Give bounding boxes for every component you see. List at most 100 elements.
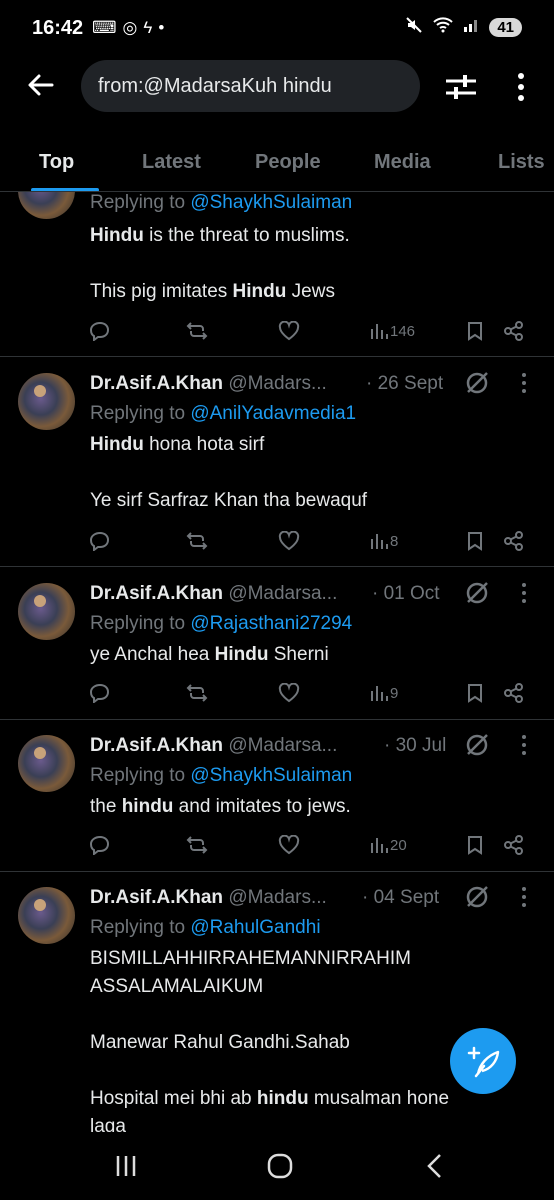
author-name[interactable]: Dr.Asif.A.Khan <box>90 735 223 756</box>
reply-button[interactable] <box>90 833 110 857</box>
views-button[interactable]: 20 <box>370 833 407 857</box>
bookmark-button[interactable] <box>466 833 484 857</box>
tweet-date[interactable]: · 04 Sept <box>362 887 439 909</box>
author-handle[interactable]: @Madars... <box>228 887 326 908</box>
bookmark-icon <box>466 531 484 551</box>
author-handle[interactable]: @Madarsa... <box>228 583 337 604</box>
tweet[interactable]: Dr.Asif.A.Khan @Madarsa... · 01 Oct Repl… <box>0 567 554 720</box>
like-button[interactable] <box>278 529 300 553</box>
repost-button[interactable] <box>186 319 208 343</box>
bookmark-button[interactable] <box>466 681 484 705</box>
repost-button[interactable] <box>186 833 208 857</box>
tab-latest[interactable]: Latest <box>142 151 201 174</box>
grok-icon-button[interactable] <box>464 732 490 758</box>
share-button[interactable] <box>504 833 524 857</box>
bookmark-icon <box>466 321 484 341</box>
author-name[interactable]: Dr.Asif.A.Khan <box>90 887 223 908</box>
repost-icon <box>186 835 208 855</box>
status-bar: 16:42 ⌨◎ϟ• 41 <box>0 0 554 56</box>
avatar[interactable] <box>18 887 75 944</box>
tab-lists[interactable]: Lists <box>498 151 545 174</box>
grok-icon-button[interactable] <box>464 370 490 396</box>
author-name[interactable]: Dr.Asif.A.Khan <box>90 583 223 604</box>
repost-button[interactable] <box>186 681 208 705</box>
tweet[interactable]: Replying to @ShaykhSulaiman Hindu is the… <box>0 192 554 357</box>
tab-media[interactable]: Media <box>374 151 431 174</box>
search-input[interactable] <box>98 60 408 112</box>
tweet-more-button[interactable] <box>519 886 529 908</box>
reply-mention-link[interactable]: @RahulGandhi <box>190 917 320 938</box>
reply-icon <box>90 835 110 855</box>
more-vertical-icon <box>522 373 526 393</box>
tweet-text-line: BISMILLAHHIRRAHEMANNIRRAHIM <box>90 945 530 973</box>
share-icon <box>504 321 524 341</box>
tweet[interactable]: Dr.Asif.A.Khan @Madarsa... · 30 Jul Repl… <box>0 719 554 872</box>
like-button[interactable] <box>278 833 300 857</box>
back-button[interactable] <box>26 70 56 100</box>
share-button[interactable] <box>504 529 524 553</box>
author-handle[interactable]: @Madarsa... <box>228 735 337 756</box>
author-handle[interactable]: @Madars... <box>228 373 326 394</box>
views-button[interactable]: 146 <box>370 319 415 343</box>
tweet-text-line <box>90 1001 530 1029</box>
back-nav-button[interactable] <box>424 1153 444 1184</box>
notification-icons: ⌨◎ϟ• <box>92 18 171 37</box>
avatar[interactable] <box>18 583 75 640</box>
views-button[interactable]: 8 <box>370 529 398 553</box>
tweet-more-button[interactable] <box>519 372 529 394</box>
tweet-date[interactable]: · 26 Sept <box>366 373 443 395</box>
compose-post-button[interactable] <box>450 1028 516 1094</box>
reply-mention-link[interactable]: @ShaykhSulaiman <box>190 192 352 213</box>
tweet-text-line: the hindu and imitates to jews. <box>90 793 530 821</box>
tweet-text-line: ASSALAMALAIKUM <box>90 973 530 1001</box>
tab-people[interactable]: People <box>255 151 321 174</box>
replying-to-label: Replying to <box>90 192 191 213</box>
tweet-text-line: Hindu is the threat to muslims. <box>90 222 530 250</box>
views-count: 9 <box>390 684 399 702</box>
reply-mention-link[interactable]: @AnilYadavmedia1 <box>190 403 356 424</box>
bookmark-button[interactable] <box>466 319 484 343</box>
author-name[interactable]: Dr.Asif.A.Khan <box>90 373 223 394</box>
search-results-feed: Replying to @ShaykhSulaiman Hindu is the… <box>0 192 554 1132</box>
system-icons: 41 <box>405 16 522 39</box>
like-button[interactable] <box>278 681 300 705</box>
tweet-more-button[interactable] <box>519 582 529 604</box>
tweet-date[interactable]: · 01 Oct <box>372 583 440 605</box>
tweet-text: the hindu and imitates to jews. <box>90 793 530 821</box>
grok-icon-button[interactable] <box>464 580 490 606</box>
reply-mention-link[interactable]: @Rajasthani27294 <box>190 613 352 634</box>
status-time: 16:42 <box>32 17 84 39</box>
repost-button[interactable] <box>186 529 208 553</box>
grok-icon-button[interactable] <box>464 884 490 910</box>
reply-icon <box>90 531 110 551</box>
text-run: ye Anchal hea <box>90 644 215 665</box>
text-run: the <box>90 796 122 817</box>
reply-mention-link[interactable]: @ShaykhSulaiman <box>190 765 352 786</box>
bookmark-button[interactable] <box>466 529 484 553</box>
home-button[interactable] <box>267 1153 293 1184</box>
replying-to: Replying to @AnilYadavmedia1 <box>90 403 356 425</box>
reply-button[interactable] <box>90 529 110 553</box>
avatar[interactable] <box>18 735 75 792</box>
recent-apps-button[interactable] <box>114 1154 138 1183</box>
heart-icon <box>278 321 300 341</box>
tweet-more-button[interactable] <box>519 734 529 756</box>
views-count: 20 <box>390 836 407 854</box>
reply-button[interactable] <box>90 319 110 343</box>
share-button[interactable] <box>504 319 524 343</box>
reply-button[interactable] <box>90 681 110 705</box>
tab-top[interactable]: Top <box>39 151 74 174</box>
avatar[interactable] <box>18 373 75 430</box>
share-icon <box>504 683 524 703</box>
tweet-text-line <box>90 459 530 487</box>
views-button[interactable]: 9 <box>370 681 398 705</box>
tweet[interactable]: Dr.Asif.A.Khan @Madars... · 26 Sept Repl… <box>0 357 554 567</box>
search-header <box>0 56 554 120</box>
tweet-date[interactable]: · 30 Jul <box>384 735 446 757</box>
more-options-button[interactable] <box>512 70 530 104</box>
search-filter-button[interactable] <box>444 72 478 102</box>
avatar[interactable] <box>18 192 75 219</box>
like-button[interactable] <box>278 319 300 343</box>
compose-feather-icon <box>467 1046 500 1078</box>
share-button[interactable] <box>504 681 524 705</box>
